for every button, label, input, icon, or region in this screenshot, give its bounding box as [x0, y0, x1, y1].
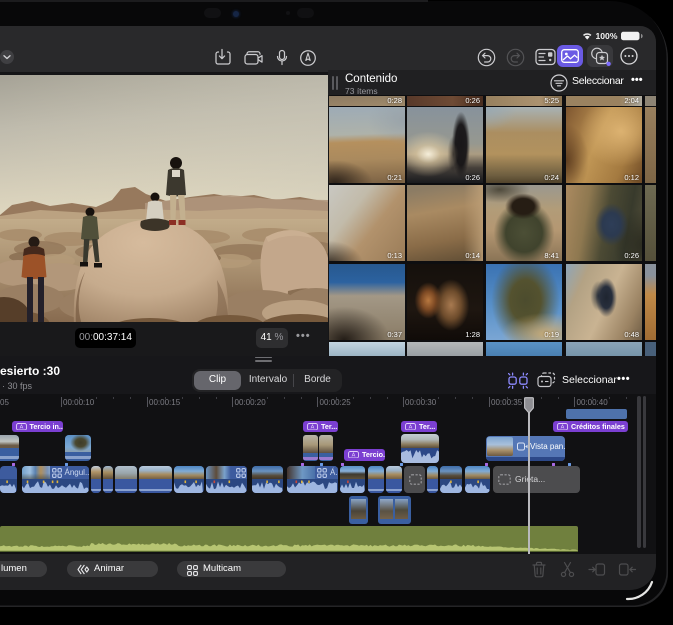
svg-text:A: A [409, 424, 413, 430]
svg-text:A: A [561, 424, 565, 430]
svg-text:A: A [352, 452, 356, 458]
svg-text:100%: 100% [596, 31, 618, 41]
svg-text:A: A [311, 424, 315, 430]
svg-text:A: A [19, 424, 23, 430]
